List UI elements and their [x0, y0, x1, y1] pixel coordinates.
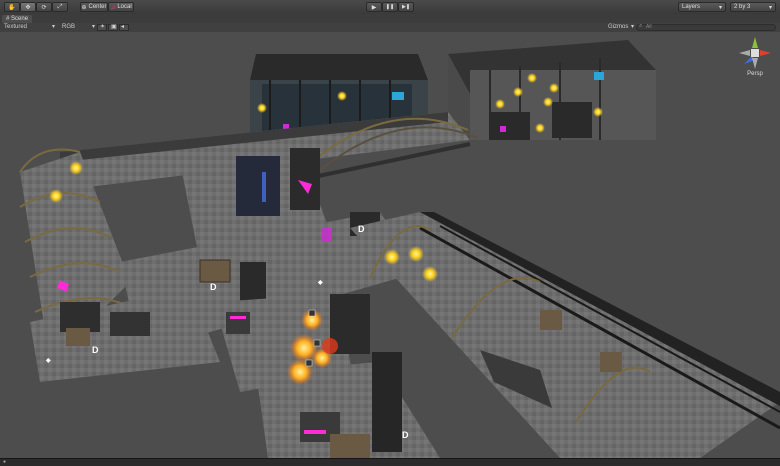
tab-scene[interactable]: # Scene: [2, 15, 33, 23]
layers-dropdown[interactable]: Layers ▾: [678, 2, 726, 12]
pivot-center-toggle[interactable]: ⊕ Center: [80, 2, 108, 12]
search-icon: ⌕: [639, 23, 643, 29]
scene-lighting-toggle[interactable]: ✶: [97, 24, 107, 31]
rotate-tool-button[interactable]: ⟳: [36, 2, 52, 12]
render-mode-label: RGB: [62, 24, 76, 30]
image-icon: ▣: [111, 24, 117, 30]
pause-button[interactable]: ❚❚: [382, 2, 398, 12]
chevron-down-icon: ▾: [718, 4, 722, 11]
svg-text:◆: ◆: [317, 279, 323, 286]
render-mode-dropdown[interactable]: RGB ▾: [62, 23, 98, 32]
pivot-icon: ⊕: [81, 4, 87, 11]
svg-text:◆: ◆: [45, 357, 51, 364]
chevron-down-icon: ▾: [631, 24, 635, 30]
svg-text:D: D: [92, 345, 99, 355]
speaker-icon: ◂: [121, 24, 125, 30]
layers-label: Layers: [682, 4, 701, 10]
layout-label: 2 by 3: [734, 4, 751, 10]
projection-label[interactable]: Persp: [738, 71, 772, 77]
scene-tab-icon: #: [6, 16, 10, 22]
hand-tool-button[interactable]: ✋: [4, 2, 20, 12]
draw-mode-dropdown[interactable]: Textured ▾: [4, 23, 56, 32]
play-icon: ▶: [371, 4, 377, 11]
pause-icon: ❚❚: [385, 4, 395, 10]
svg-text:D: D: [402, 430, 409, 440]
rotate-icon: ⟳: [41, 4, 47, 11]
step-icon: ▶❚: [401, 4, 411, 10]
scene-viewport[interactable]: D D D D ◆ ◆ Persp: [0, 32, 780, 458]
draw-mode-label: Textured: [4, 24, 28, 30]
layout-dropdown[interactable]: 2 by 3 ▾: [730, 2, 776, 12]
chevron-down-icon: ▾: [768, 4, 772, 11]
chevron-down-icon: ▾: [52, 24, 56, 30]
space-local-toggle[interactable]: ⊿ Local: [108, 2, 134, 12]
hand-icon: ✋: [8, 4, 16, 11]
scale-icon: ⤢: [57, 3, 63, 10]
move-tool-button[interactable]: ✥: [20, 2, 36, 12]
svg-text:D: D: [358, 224, 365, 234]
chevron-down-icon: ▾: [92, 24, 96, 30]
scene-render: D D D D ◆ ◆: [19, 40, 780, 458]
scale-tool-button[interactable]: ⤢: [52, 2, 68, 12]
status-info-icon: ●: [3, 459, 7, 465]
scene-tab-label: Scene: [11, 16, 29, 22]
step-button[interactable]: ▶❚: [398, 2, 414, 12]
orientation-gizmo[interactable]: Persp: [738, 36, 772, 78]
svg-text:D: D: [210, 282, 217, 292]
search-placeholder: All: [646, 24, 652, 30]
light-icon: ✶: [100, 24, 106, 30]
audio-toggle[interactable]: ◂: [119, 24, 129, 31]
space-local-label: Local: [117, 4, 132, 10]
hierarchy-search-input[interactable]: ⌕ All: [636, 23, 776, 31]
move-icon: ✥: [25, 4, 31, 11]
main-toolbar: ✋ ✥ ⟳ ⤢ ⊕ Center ⊿ Local ▶ ❚❚ ▶❚ Layers ▾ 2…: [0, 0, 780, 15]
gizmos-label: Gizmos: [608, 24, 629, 30]
gizmos-dropdown[interactable]: Gizmos ▾: [608, 23, 638, 32]
scene-fx-toggle[interactable]: ▣: [108, 24, 118, 31]
pivot-center-label: Center: [88, 4, 107, 10]
axis-gizmo-icon: [739, 37, 771, 69]
play-button[interactable]: ▶: [366, 2, 382, 12]
local-space-icon: ⊿: [110, 4, 116, 11]
